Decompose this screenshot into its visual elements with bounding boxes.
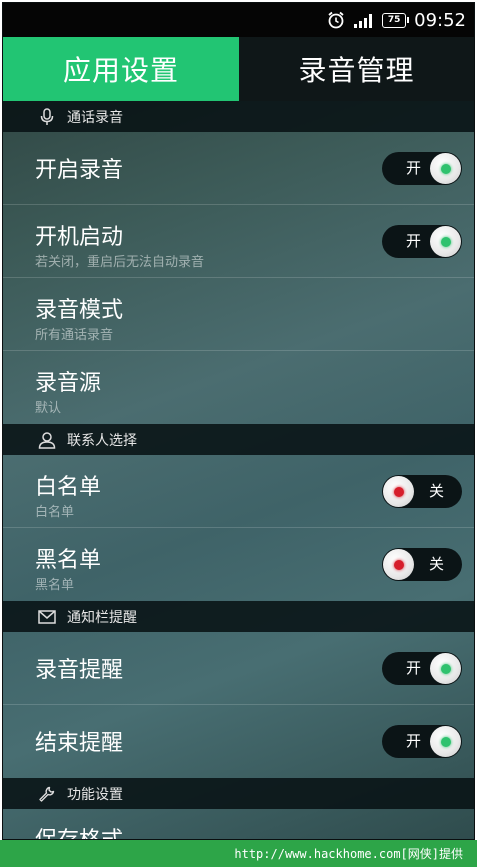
footer-text: http://www.hackhome.com[网侠]提供: [234, 847, 463, 861]
setting-title: 开启录音: [35, 158, 124, 183]
setting-title: 录音提醒: [35, 658, 124, 683]
setting-title: 黑名单: [35, 548, 102, 573]
battery-icon: 75: [382, 12, 410, 28]
setting-recording-reminder[interactable]: 录音提醒 开: [3, 632, 474, 705]
setting-title: 白名单: [35, 475, 102, 500]
microphone-icon: [37, 107, 57, 127]
signal-icon: [354, 12, 374, 28]
setting-title: 开机启动: [35, 225, 124, 250]
toggle-knob: [430, 226, 461, 257]
setting-end-reminder[interactable]: 结束提醒 开: [3, 705, 474, 778]
toggle-knob: [383, 476, 414, 507]
setting-whitelist[interactable]: 白名单 白名单 关: [3, 455, 474, 528]
toggle-label: 开: [406, 159, 422, 177]
setting-subtitle: 白名单: [35, 505, 75, 520]
setting-title: 录音模式: [35, 298, 124, 323]
toggle-knob: [383, 549, 414, 580]
phone-screen: 75 09:52 应用设置 录音管理 通话录音 开启录音 开 开机启动 若关闭，…: [2, 2, 475, 840]
setting-title: 结束提醒: [35, 731, 124, 756]
setting-auto-start[interactable]: 开机启动 若关闭，重启后无法自动录音 开: [3, 205, 474, 278]
whitelist-toggle[interactable]: 关: [382, 475, 462, 508]
toggle-label: 开: [406, 732, 422, 750]
toggle-label: 开: [406, 659, 422, 677]
section-title: 通话录音: [67, 109, 123, 126]
envelope-icon: [37, 607, 57, 627]
setting-save-format[interactable]: 保存格式: [3, 809, 474, 839]
setting-recording-mode[interactable]: 录音模式 所有通话录音: [3, 278, 474, 351]
section-header-call-recording: 通话录音: [3, 101, 474, 132]
section-title: 联系人选择: [67, 432, 137, 449]
setting-subtitle: 若关闭，重启后无法自动录音: [35, 255, 205, 270]
wrench-icon: [37, 784, 57, 804]
section-header-contact-selection: 联系人选择: [3, 424, 474, 455]
toggle-knob: [430, 726, 461, 757]
settings-list: 通话录音 开启录音 开 开机启动 若关闭，重启后无法自动录音 开 录音模式 所有…: [3, 101, 474, 839]
toggle-label: 开: [406, 232, 422, 250]
clock: 09:52: [414, 9, 466, 31]
status-bar: 75 09:52: [3, 3, 474, 37]
person-icon: [37, 430, 57, 450]
section-title: 通知栏提醒: [67, 609, 137, 626]
alarm-clock-icon: [328, 11, 344, 29]
tab-recording-management[interactable]: 录音管理: [239, 37, 474, 101]
setting-title: 保存格式: [35, 822, 123, 839]
setting-subtitle: 黑名单: [35, 578, 75, 593]
enable-recording-toggle[interactable]: 开: [382, 152, 462, 185]
section-title: 功能设置: [67, 786, 123, 803]
setting-subtitle: 默认: [35, 401, 62, 416]
setting-title: 录音源: [35, 371, 102, 396]
section-header-notification: 通知栏提醒: [3, 601, 474, 632]
auto-start-toggle[interactable]: 开: [382, 225, 462, 258]
blacklist-toggle[interactable]: 关: [382, 548, 462, 581]
toggle-knob: [430, 153, 461, 184]
recording-reminder-toggle[interactable]: 开: [382, 652, 462, 685]
section-header-function-settings: 功能设置: [3, 778, 474, 809]
setting-recording-source[interactable]: 录音源 默认: [3, 351, 474, 424]
end-reminder-toggle[interactable]: 开: [382, 725, 462, 758]
setting-subtitle: 所有通话录音: [35, 328, 114, 343]
tab-bar: 应用设置 录音管理: [3, 37, 474, 101]
toggle-label: 关: [428, 555, 444, 573]
toggle-label: 关: [428, 482, 444, 500]
tab-app-settings[interactable]: 应用设置: [3, 37, 239, 101]
toggle-knob: [430, 653, 461, 684]
watermark-footer: http://www.hackhome.com[网侠]提供: [0, 840, 477, 867]
setting-blacklist[interactable]: 黑名单 黑名单 关: [3, 528, 474, 601]
setting-enable-recording[interactable]: 开启录音 开: [3, 132, 474, 205]
